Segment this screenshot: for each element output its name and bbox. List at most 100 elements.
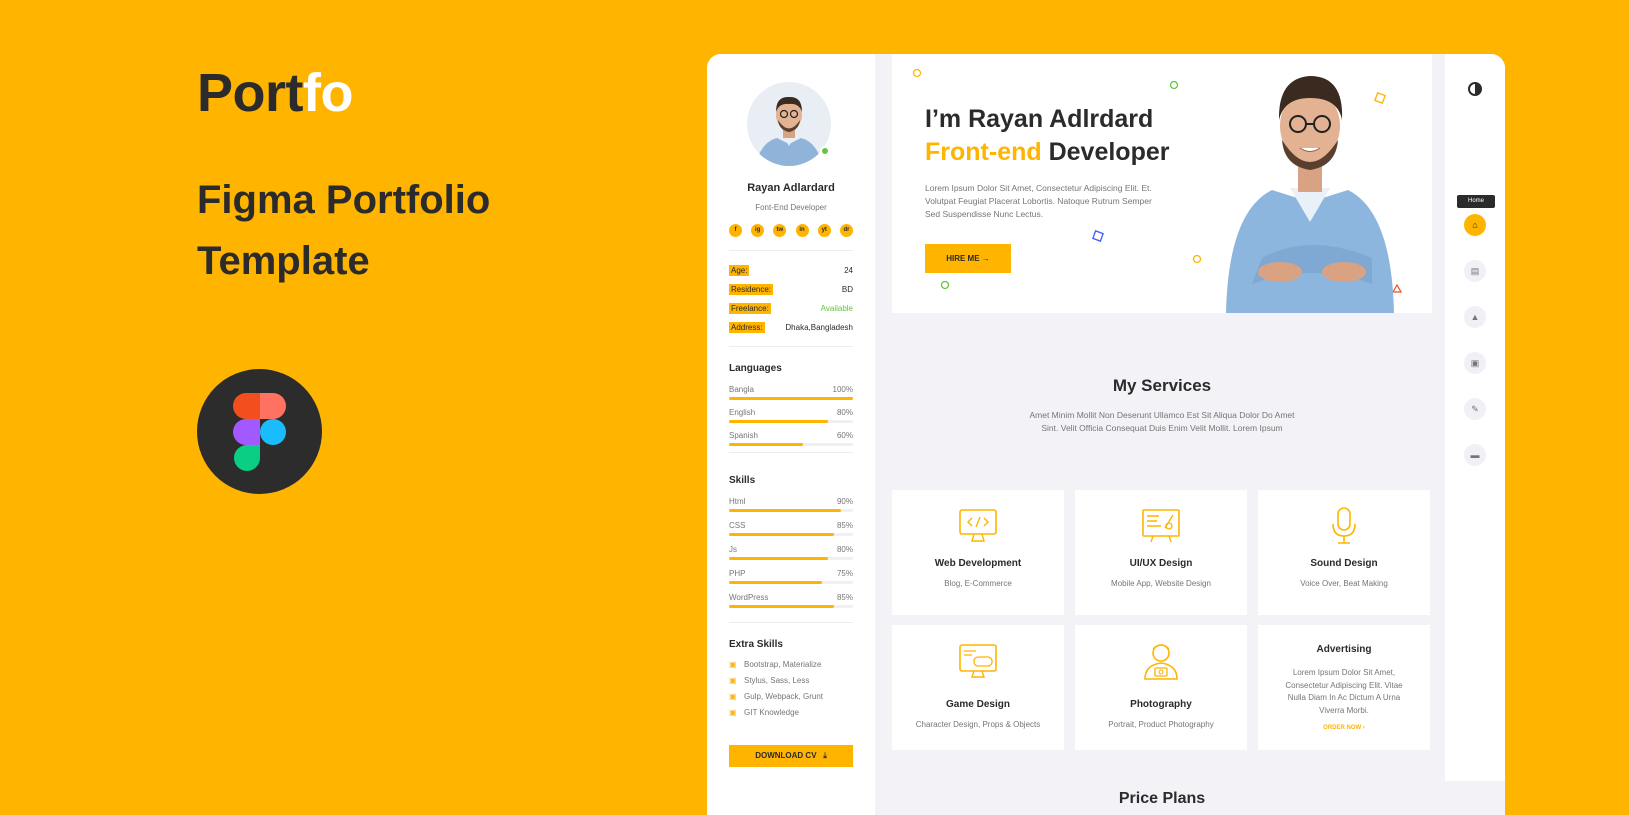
skill-fill bbox=[729, 557, 829, 560]
service-card-game-design[interactable]: Game Design Character Design, Props & Ob… bbox=[892, 625, 1064, 750]
hero-role-rest: Developer bbox=[1041, 138, 1170, 166]
instagram-icon[interactable]: ig bbox=[751, 224, 765, 237]
service-title: UI/UX Design bbox=[1129, 558, 1193, 569]
divider bbox=[729, 250, 853, 251]
download-cv-button[interactable]: DOWNLOAD CV ⤓ bbox=[729, 745, 853, 767]
info-row-age: Age: 24 bbox=[729, 265, 853, 277]
dribbble-icon[interactable]: dr bbox=[839, 224, 853, 237]
language-fill bbox=[729, 443, 804, 446]
right-navigation: Home ⌂ ▤ ▲ ▣ ✎ ▬ bbox=[1445, 54, 1505, 781]
language-fill bbox=[729, 397, 853, 400]
language-fill bbox=[729, 420, 829, 423]
service-card-web-development[interactable]: Web Development Blog, E-Commerce bbox=[892, 490, 1064, 615]
language-name: Spanish bbox=[729, 431, 758, 440]
blog-icon[interactable]: ✎ bbox=[1464, 398, 1486, 420]
figma-icon bbox=[233, 393, 286, 471]
hire-me-button[interactable]: HIRE ME → bbox=[925, 244, 1011, 273]
contact-icon[interactable]: ▬ bbox=[1464, 444, 1486, 466]
skill-name: PHP bbox=[729, 569, 746, 578]
language-percent: 80% bbox=[836, 408, 853, 417]
service-card-sound-design[interactable]: Sound Design Voice Over, Beat Making bbox=[1258, 490, 1430, 615]
skill-percent: 75% bbox=[836, 569, 853, 578]
decor-circle-icon bbox=[1192, 254, 1202, 264]
skill-name: WordPress bbox=[729, 593, 769, 602]
hero-role: Front-end Developer bbox=[925, 138, 1169, 167]
divider bbox=[729, 452, 853, 453]
skill-track bbox=[729, 581, 853, 584]
skill-row: Html 90% bbox=[729, 497, 853, 515]
divider bbox=[729, 622, 853, 623]
service-card-uiux-design[interactable]: UI/UX Design Mobile App, Website Design bbox=[1075, 490, 1247, 615]
services-description: Amet Minim Mollit Non Deserunt Ullamco E… bbox=[1029, 410, 1295, 433]
facebook-icon[interactable]: f bbox=[729, 224, 742, 237]
hero-portrait bbox=[1226, 76, 1394, 313]
service-subtitle: Portrait, Product Photography bbox=[1108, 720, 1214, 729]
languages-heading: Languages bbox=[729, 363, 782, 374]
decor-circle-icon bbox=[1169, 80, 1179, 90]
service-subtitle: Blog, E-Commerce bbox=[944, 579, 1012, 588]
skills-heading: Skills bbox=[729, 475, 756, 486]
skill-fill bbox=[729, 509, 841, 512]
extra-skill-label: Bootstrap, Materialize bbox=[744, 660, 822, 669]
linkedin-icon[interactable]: in bbox=[795, 224, 809, 237]
avatar bbox=[747, 82, 831, 166]
service-title: Sound Design bbox=[1310, 558, 1378, 569]
service-card-photography[interactable]: Photography Portrait, Product Photograph… bbox=[1075, 625, 1247, 750]
service-title: Web Development bbox=[934, 558, 1022, 569]
language-percent: 60% bbox=[836, 431, 853, 440]
info-row-residence: Residence: BD bbox=[729, 284, 853, 296]
download-icon: ⤓ bbox=[823, 751, 827, 760]
info-row-address: Address: Dhaka,Bangladesh bbox=[729, 322, 853, 334]
skill-percent: 90% bbox=[836, 497, 853, 506]
language-track bbox=[729, 443, 853, 446]
monitor-code-icon bbox=[959, 509, 997, 542]
extra-skill-label: Gulp, Webpack, Grunt bbox=[744, 692, 823, 701]
photographer-icon bbox=[1144, 644, 1178, 680]
skill-percent: 85% bbox=[836, 521, 853, 530]
service-title: Photography bbox=[1130, 699, 1192, 710]
twitter-icon[interactable]: tw bbox=[773, 224, 787, 237]
extra-skill-label: Stylus, Sass, Less bbox=[744, 676, 810, 685]
service-subtitle: Character Design, Props & Objects bbox=[915, 720, 1041, 729]
work-icon[interactable]: ▣ bbox=[1464, 352, 1486, 374]
service-card-advertising[interactable]: Advertising Lorem Ipsum Dolor Sit Amet, … bbox=[1258, 625, 1430, 750]
skill-fill bbox=[729, 533, 835, 536]
skill-fill bbox=[729, 581, 822, 584]
skill-name: CSS bbox=[729, 521, 746, 530]
order-now-link[interactable]: ORDER NOW › bbox=[1258, 725, 1430, 731]
service-title: Advertising bbox=[1316, 644, 1372, 655]
gamepad-monitor-icon bbox=[959, 644, 997, 678]
decor-circle-icon bbox=[940, 280, 950, 290]
skill-track bbox=[729, 605, 853, 608]
extra-skill-item: ▣ Gulp, Webpack, Grunt bbox=[729, 692, 853, 701]
language-row: Bangla 100% bbox=[729, 385, 853, 403]
language-track bbox=[729, 397, 853, 400]
download-cv-label: DOWNLOAD CV bbox=[755, 751, 817, 760]
youtube-icon[interactable]: yt bbox=[817, 224, 831, 237]
skill-track bbox=[729, 533, 853, 536]
skill-percent: 85% bbox=[836, 593, 853, 602]
promo-title-line2: Template bbox=[197, 239, 370, 283]
skill-name: Js bbox=[729, 545, 737, 554]
skill-row: Js 80% bbox=[729, 545, 853, 563]
skill-row: WordPress 85% bbox=[729, 593, 853, 611]
portfolio-mockup: Rayan Adlardard Font-End Developer f ig … bbox=[707, 54, 1505, 815]
price-plans-title: Price Plans bbox=[1118, 790, 1206, 807]
design-board-icon bbox=[1142, 509, 1180, 543]
nav-tooltip: Home bbox=[1457, 195, 1495, 208]
check-icon: ▣ bbox=[729, 660, 737, 669]
theme-toggle-icon[interactable] bbox=[1468, 82, 1482, 96]
info-key: Residence: bbox=[729, 284, 774, 295]
portfolio-icon[interactable]: ▤ bbox=[1464, 260, 1486, 282]
education-icon[interactable]: ▲ bbox=[1464, 306, 1486, 328]
check-icon: ▣ bbox=[729, 676, 737, 685]
language-track bbox=[729, 420, 853, 423]
hero-greeting: I’m Rayan Adlrdard bbox=[925, 105, 1154, 133]
brand-dark-part: Port bbox=[197, 63, 304, 123]
info-value: Available bbox=[820, 304, 853, 313]
info-key: Age: bbox=[729, 265, 750, 276]
language-row: English 80% bbox=[729, 408, 853, 426]
home-icon[interactable]: ⌂ bbox=[1464, 214, 1486, 236]
info-value: Dhaka,Bangladesh bbox=[785, 323, 853, 332]
divider bbox=[729, 346, 853, 347]
